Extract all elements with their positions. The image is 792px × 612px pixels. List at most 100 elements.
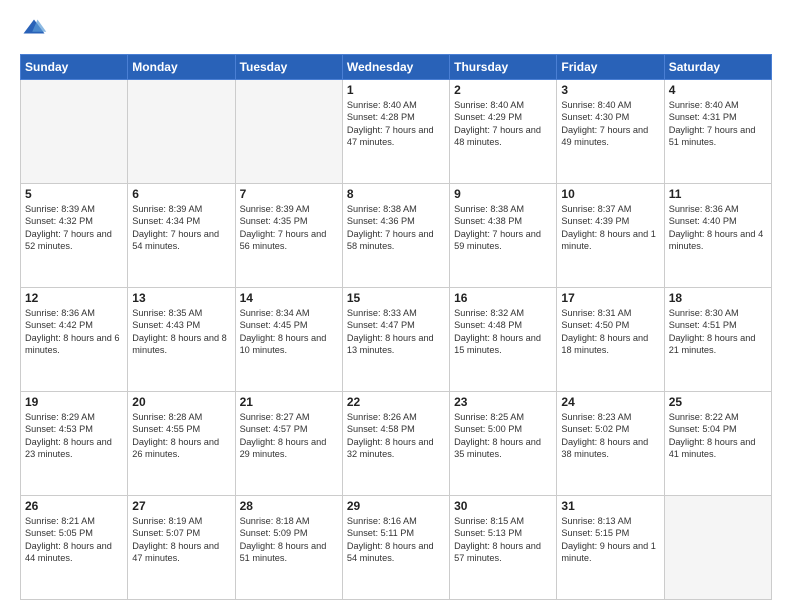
calendar-cell: 5 Sunrise: 8:39 AMSunset: 4:32 PMDaylight… [21,184,128,288]
day-number: 17 [561,291,659,305]
cell-info: Sunrise: 8:38 AMSunset: 4:36 PMDaylight:… [347,203,445,253]
day-number: 20 [132,395,230,409]
day-number: 13 [132,291,230,305]
day-number: 12 [25,291,123,305]
calendar-week-row: 12 Sunrise: 8:36 AMSunset: 4:42 PMDayligh… [21,288,772,392]
calendar-cell: 20 Sunrise: 8:28 AMSunset: 4:55 PMDayligh… [128,392,235,496]
cell-info: Sunrise: 8:21 AMSunset: 5:05 PMDaylight:… [25,515,123,565]
calendar-cell: 10Sunrise: 8:37 AMSunset: 4:39 PMDayligh… [557,184,664,288]
day-number: 26 [25,499,123,513]
day-number: 31 [561,499,659,513]
day-number: 5 [25,187,123,201]
calendar-cell: 11 Sunrise: 8:36 AMSunset: 4:40 PMDayligh… [664,184,771,288]
header [20,16,772,44]
cell-info: Sunrise: 8:15 AMSunset: 5:13 PMDaylight:… [454,515,552,565]
day-number: 22 [347,395,445,409]
calendar-cell: 26 Sunrise: 8:21 AMSunset: 5:05 PMDayligh… [21,496,128,600]
calendar-cell: 9 Sunrise: 8:38 AMSunset: 4:38 PMDaylight… [450,184,557,288]
calendar-cell: 30 Sunrise: 8:15 AMSunset: 5:13 PMDayligh… [450,496,557,600]
cell-info: Sunrise: 8:36 AMSunset: 4:40 PMDaylight:… [669,203,767,253]
calendar-cell: 8 Sunrise: 8:38 AMSunset: 4:36 PMDaylight… [342,184,449,288]
cell-info: Sunrise: 8:16 AMSunset: 5:11 PMDaylight:… [347,515,445,565]
calendar-cell: 21 Sunrise: 8:27 AMSunset: 4:57 PMDayligh… [235,392,342,496]
day-number: 27 [132,499,230,513]
day-number: 29 [347,499,445,513]
cell-info: Sunrise: 8:39 AMSunset: 4:34 PMDaylight:… [132,203,230,253]
day-number: 10 [561,187,659,201]
cell-info: Sunrise: 8:27 AMSunset: 4:57 PMDaylight:… [240,411,338,461]
calendar-cell: 12 Sunrise: 8:36 AMSunset: 4:42 PMDayligh… [21,288,128,392]
day-number: 3 [561,83,659,97]
calendar-cell: 3 Sunrise: 8:40 AMSunset: 4:30 PMDaylight… [557,80,664,184]
calendar-cell [664,496,771,600]
day-number: 24 [561,395,659,409]
calendar-cell: 16 Sunrise: 8:32 AMSunset: 4:48 PMDayligh… [450,288,557,392]
calendar-cell: 22 Sunrise: 8:26 AMSunset: 4:58 PMDayligh… [342,392,449,496]
cell-info: Sunrise: 8:35 AMSunset: 4:43 PMDaylight:… [132,307,230,357]
cell-info: Sunrise: 8:26 AMSunset: 4:58 PMDaylight:… [347,411,445,461]
calendar-cell: 6Sunrise: 8:39 AMSunset: 4:34 PMDaylight… [128,184,235,288]
calendar-day-header: Sunday [21,55,128,80]
cell-info: Sunrise: 8:25 AMSunset: 5:00 PMDaylight:… [454,411,552,461]
cell-info: Sunrise: 8:39 AMSunset: 4:32 PMDaylight:… [25,203,123,253]
day-number: 16 [454,291,552,305]
calendar-cell [128,80,235,184]
calendar-week-row: 26 Sunrise: 8:21 AMSunset: 5:05 PMDayligh… [21,496,772,600]
cell-info: Sunrise: 8:30 AMSunset: 4:51 PMDaylight:… [669,307,767,357]
logo-icon [20,16,48,44]
calendar-cell: 18Sunrise: 8:30 AMSunset: 4:51 PMDayligh… [664,288,771,392]
day-number: 14 [240,291,338,305]
day-number: 23 [454,395,552,409]
calendar-cell: 23 Sunrise: 8:25 AMSunset: 5:00 PMDayligh… [450,392,557,496]
cell-info: Sunrise: 8:29 AMSunset: 4:53 PMDaylight:… [25,411,123,461]
cell-info: Sunrise: 8:40 AMSunset: 4:30 PMDaylight:… [561,99,659,149]
calendar-day-header: Monday [128,55,235,80]
day-number: 8 [347,187,445,201]
day-number: 30 [454,499,552,513]
calendar-day-header: Saturday [664,55,771,80]
calendar-cell: 13 Sunrise: 8:35 AMSunset: 4:43 PMDayligh… [128,288,235,392]
cell-info: Sunrise: 8:40 AMSunset: 4:31 PMDaylight:… [669,99,767,149]
cell-info: Sunrise: 8:40 AMSunset: 4:28 PMDaylight:… [347,99,445,149]
calendar-table: SundayMondayTuesdayWednesdayThursdayFrid… [20,54,772,600]
day-number: 15 [347,291,445,305]
cell-info: Sunrise: 8:34 AMSunset: 4:45 PMDaylight:… [240,307,338,357]
cell-info: Sunrise: 8:36 AMSunset: 4:42 PMDaylight:… [25,307,123,357]
cell-info: Sunrise: 8:13 AMSunset: 5:15 PMDaylight:… [561,515,659,565]
day-number: 21 [240,395,338,409]
cell-info: Sunrise: 8:38 AMSunset: 4:38 PMDaylight:… [454,203,552,253]
cell-info: Sunrise: 8:33 AMSunset: 4:47 PMDaylight:… [347,307,445,357]
day-number: 11 [669,187,767,201]
calendar-day-header: Thursday [450,55,557,80]
day-number: 7 [240,187,338,201]
cell-info: Sunrise: 8:18 AMSunset: 5:09 PMDaylight:… [240,515,338,565]
calendar-day-header: Tuesday [235,55,342,80]
calendar-cell: 29 Sunrise: 8:16 AMSunset: 5:11 PMDayligh… [342,496,449,600]
calendar-cell [235,80,342,184]
calendar-cell: 2Sunrise: 8:40 AMSunset: 4:29 PMDaylight… [450,80,557,184]
calendar-header-row: SundayMondayTuesdayWednesdayThursdayFrid… [21,55,772,80]
cell-info: Sunrise: 8:39 AMSunset: 4:35 PMDaylight:… [240,203,338,253]
calendar-cell: 17 Sunrise: 8:31 AMSunset: 4:50 PMDayligh… [557,288,664,392]
cell-info: Sunrise: 8:22 AMSunset: 5:04 PMDaylight:… [669,411,767,461]
cell-info: Sunrise: 8:31 AMSunset: 4:50 PMDaylight:… [561,307,659,357]
calendar-cell: 14 Sunrise: 8:34 AMSunset: 4:45 PMDayligh… [235,288,342,392]
day-number: 25 [669,395,767,409]
day-number: 4 [669,83,767,97]
calendar-cell: 15 Sunrise: 8:33 AMSunset: 4:47 PMDayligh… [342,288,449,392]
calendar-cell: 25 Sunrise: 8:22 AMSunset: 5:04 PMDayligh… [664,392,771,496]
cell-info: Sunrise: 8:40 AMSunset: 4:29 PMDaylight:… [454,99,552,149]
cell-info: Sunrise: 8:32 AMSunset: 4:48 PMDaylight:… [454,307,552,357]
cell-info: Sunrise: 8:28 AMSunset: 4:55 PMDaylight:… [132,411,230,461]
calendar-week-row: 5 Sunrise: 8:39 AMSunset: 4:32 PMDaylight… [21,184,772,288]
cell-info: Sunrise: 8:23 AMSunset: 5:02 PMDaylight:… [561,411,659,461]
calendar-day-header: Friday [557,55,664,80]
calendar-week-row: 1Sunrise: 8:40 AMSunset: 4:28 PMDaylight… [21,80,772,184]
calendar-cell: 1Sunrise: 8:40 AMSunset: 4:28 PMDaylight… [342,80,449,184]
calendar-cell: 19Sunrise: 8:29 AMSunset: 4:53 PMDayligh… [21,392,128,496]
calendar-cell: 24 Sunrise: 8:23 AMSunset: 5:02 PMDayligh… [557,392,664,496]
calendar-cell [21,80,128,184]
day-number: 9 [454,187,552,201]
calendar-week-row: 19Sunrise: 8:29 AMSunset: 4:53 PMDayligh… [21,392,772,496]
calendar-day-header: Wednesday [342,55,449,80]
